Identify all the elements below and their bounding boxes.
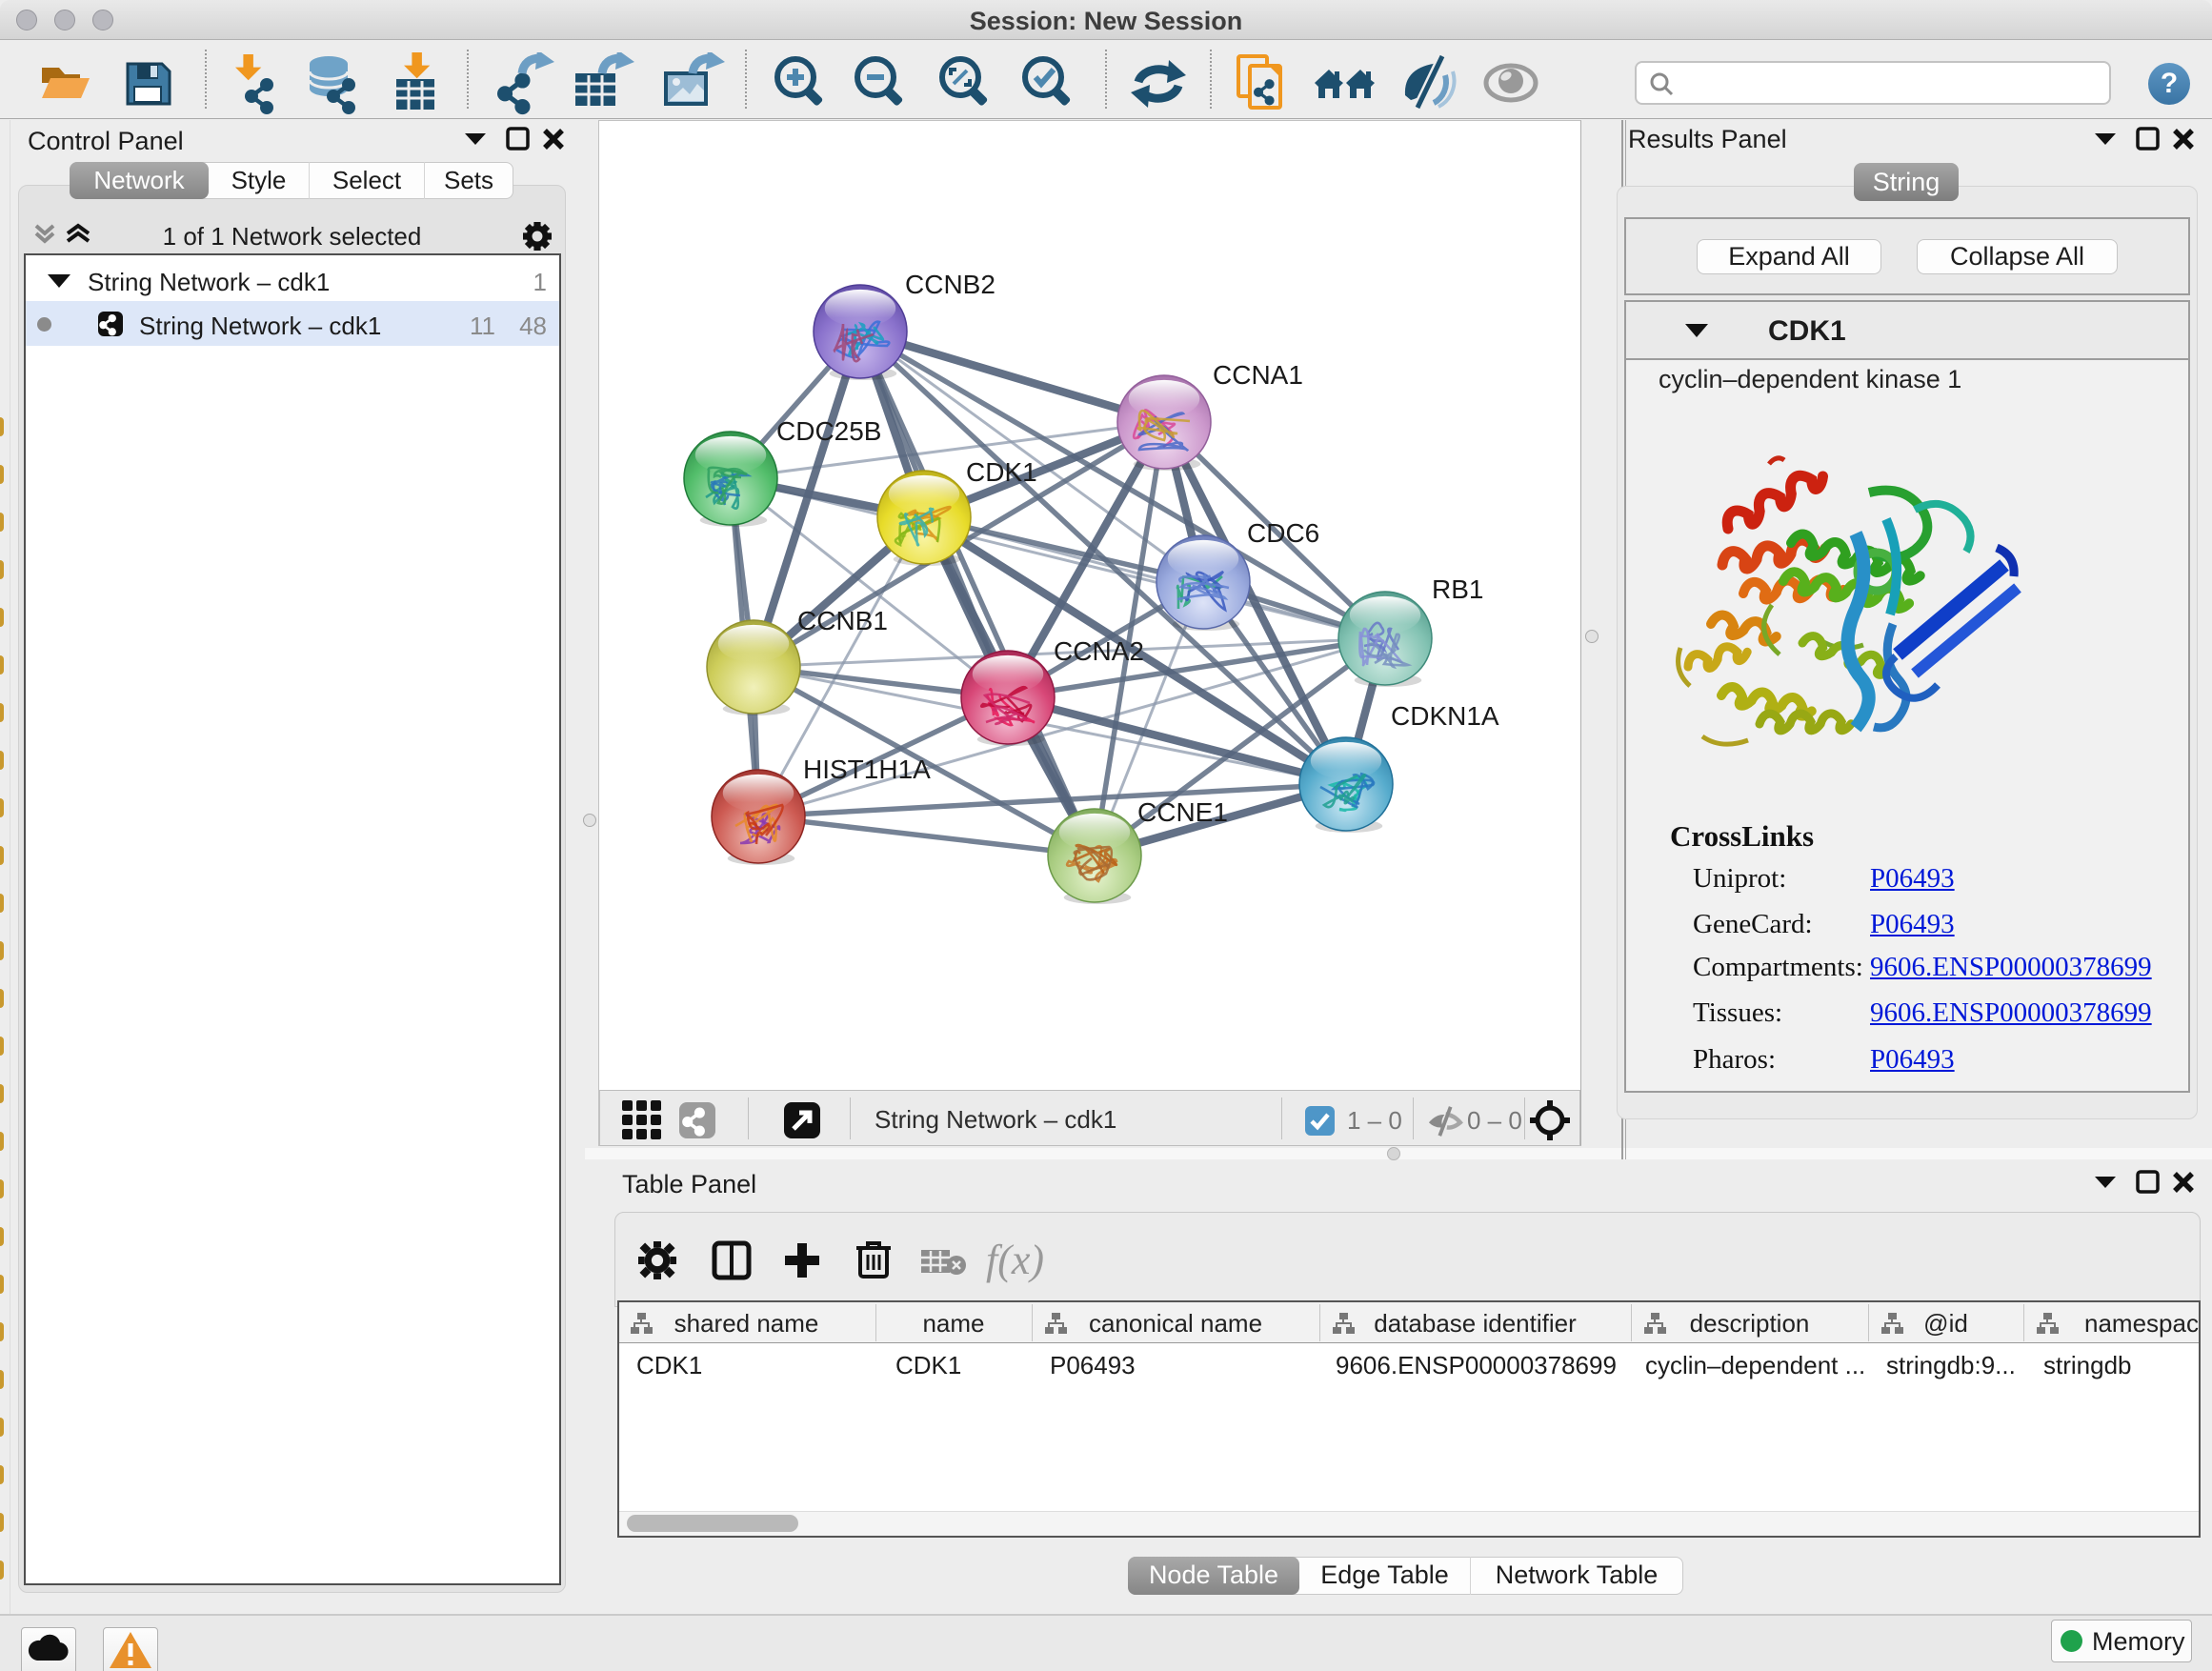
svg-text:CDC25B: CDC25B (776, 416, 881, 446)
svg-text:CCNE1: CCNE1 (1137, 797, 1228, 827)
svg-text:CCNB2: CCNB2 (905, 270, 995, 299)
svg-text:RB1: RB1 (1432, 574, 1483, 604)
svg-text:CDKN1A: CDKN1A (1391, 701, 1499, 731)
svg-text:CDK1: CDK1 (966, 457, 1037, 487)
svg-text:CCNA1: CCNA1 (1213, 360, 1303, 390)
svg-text:CDC6: CDC6 (1247, 518, 1319, 548)
svg-text:CCNB1: CCNB1 (797, 606, 888, 635)
svg-text:HIST1H1A: HIST1H1A (803, 755, 931, 784)
svg-text:CCNA2: CCNA2 (1054, 636, 1144, 666)
